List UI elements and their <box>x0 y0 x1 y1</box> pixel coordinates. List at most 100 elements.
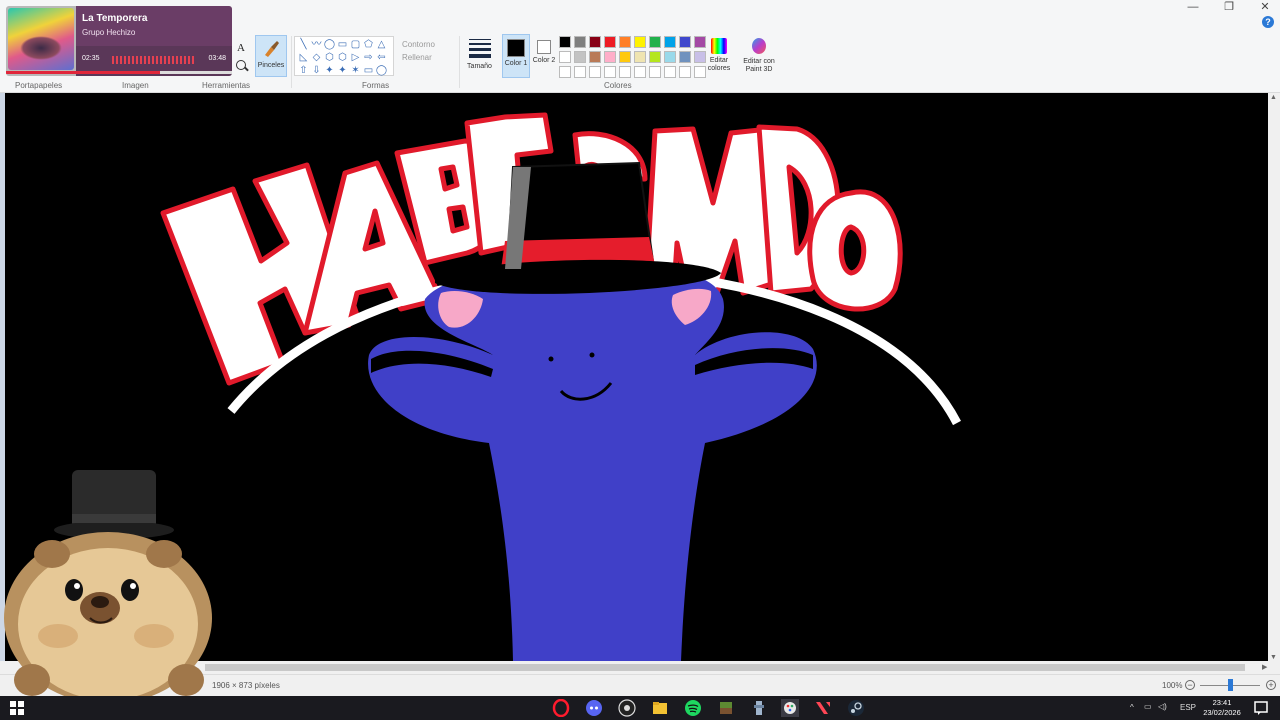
shape-tool-icon[interactable]: ▢ <box>349 38 362 51</box>
palette-color-swatch[interactable] <box>679 51 691 63</box>
fill-button[interactable]: Rellenar <box>402 51 435 64</box>
shape-tool-icon[interactable]: 〰 <box>310 38 323 51</box>
shape-tool-icon[interactable]: ⬡ <box>336 51 349 64</box>
windows-start-icon[interactable] <box>8 699 26 717</box>
palette-color-swatch[interactable] <box>634 36 646 48</box>
shape-tool-icon[interactable]: ╲ <box>297 38 310 51</box>
group-label-shapes: Formas <box>362 81 390 90</box>
edit-colors-button[interactable]: Editar colores <box>704 36 734 80</box>
color-palette <box>559 36 708 80</box>
paint3d-label: Editar con Paint 3D <box>743 58 775 73</box>
palette-color-swatch[interactable] <box>619 51 631 63</box>
color1-swatch <box>507 39 525 57</box>
volume-icon[interactable]: ◁) <box>1158 702 1167 711</box>
palette-color-swatch[interactable] <box>634 51 646 63</box>
scroll-right-icon[interactable]: ▶ <box>1262 663 1267 671</box>
palette-color-swatch[interactable] <box>664 36 676 48</box>
palette-color-swatch[interactable] <box>649 51 661 63</box>
now-playing-widget: La Temporera Grupo Hechizo 02:35 03:48 <box>6 6 232 76</box>
palette-color-swatch[interactable] <box>679 36 691 48</box>
paint3d-button[interactable]: Editar con Paint 3D <box>740 36 778 80</box>
shape-tool-icon[interactable]: ▭ <box>336 38 349 51</box>
shape-tool-icon[interactable]: ⇩ <box>310 64 323 77</box>
palette-color-swatch[interactable] <box>589 66 601 78</box>
palette-color-swatch[interactable] <box>574 51 586 63</box>
zoom-slider-thumb[interactable] <box>1228 679 1233 691</box>
group-label-clipboard: Portapapeles <box>15 81 63 90</box>
help-icon[interactable]: ? <box>1262 16 1274 28</box>
palette-color-swatch[interactable] <box>619 66 631 78</box>
scroll-up-icon[interactable]: ▲ <box>1270 94 1277 101</box>
palette-color-swatch[interactable] <box>679 66 691 78</box>
album-cover <box>8 8 74 70</box>
shape-tool-icon[interactable]: ✶ <box>349 64 362 77</box>
brushes-button[interactable]: Pinceles <box>255 35 287 77</box>
palette-color-swatch[interactable] <box>649 36 661 48</box>
palette-color-swatch[interactable] <box>574 66 586 78</box>
shape-tool-icon[interactable]: ◯ <box>323 38 336 51</box>
palette-color-swatch[interactable] <box>604 66 616 78</box>
outline-button[interactable]: Contorno <box>402 38 435 51</box>
shape-tool-icon[interactable]: ⇧ <box>297 64 310 77</box>
vertical-scrollbar[interactable]: ▲ ▼ <box>1268 93 1280 662</box>
hedgehog-mascot-overlay <box>4 470 212 696</box>
valorant-icon[interactable] <box>814 699 832 717</box>
spotify-icon[interactable] <box>684 699 702 717</box>
notification-icon[interactable] <box>1252 699 1270 717</box>
close-button[interactable]: ✕ <box>1258 0 1272 14</box>
palette-color-swatch[interactable] <box>604 36 616 48</box>
palette-color-swatch[interactable] <box>559 66 571 78</box>
obs-icon[interactable] <box>618 699 636 717</box>
palette-color-swatch[interactable] <box>574 36 586 48</box>
shape-tool-icon[interactable]: ⬡ <box>323 51 336 64</box>
clock-date: 23/02/2026 <box>1203 708 1241 717</box>
shape-tool-icon[interactable]: ⬠ <box>362 38 375 51</box>
palette-color-swatch[interactable] <box>649 66 661 78</box>
steam-icon[interactable] <box>847 699 865 717</box>
color2-button[interactable]: Color 2 <box>530 34 558 78</box>
palette-color-swatch[interactable] <box>664 51 676 63</box>
palette-color-swatch[interactable] <box>604 51 616 63</box>
palette-color-swatch[interactable] <box>559 51 571 63</box>
discord-icon[interactable] <box>585 699 603 717</box>
paint-icon[interactable] <box>781 699 799 717</box>
audio-waveform <box>112 56 196 64</box>
tray-chevron-icon[interactable]: ^ <box>1130 703 1134 712</box>
taskbar-clock[interactable]: 23:41 23/02/2026 <box>1200 698 1244 718</box>
app-icon[interactable] <box>750 699 768 717</box>
size-button[interactable]: Tamaño <box>463 36 496 76</box>
language-indicator[interactable]: ESP <box>1180 703 1196 712</box>
shape-tool-icon[interactable]: ✦ <box>336 64 349 77</box>
shape-tool-icon[interactable]: ⇨ <box>362 51 375 64</box>
file-explorer-icon[interactable] <box>651 699 669 717</box>
shape-tool-icon[interactable]: ◺ <box>297 51 310 64</box>
zoom-in-button[interactable]: + <box>1266 680 1276 690</box>
network-icon[interactable]: ▭ <box>1144 702 1152 711</box>
horizontal-scroll-thumb[interactable] <box>205 664 1245 671</box>
group-label-tools: Herramientas <box>202 81 251 90</box>
opera-icon[interactable] <box>552 699 570 717</box>
shape-tool-icon[interactable]: ◇ <box>310 51 323 64</box>
canvas-dimensions: 1906 × 873 píxeles <box>212 681 280 690</box>
zoom-out-button[interactable]: − <box>1185 680 1195 690</box>
palette-color-swatch[interactable] <box>664 66 676 78</box>
shapes-gallery[interactable]: ╲ 〰 ◯ ▭ ▢ ⬠ △ ◺ ◇ ⬡ ⬡ ▷ ⇨ ⇦ ⇧ ⇩ ✦ ✦ ✶ ▭ ◯ <box>294 36 394 76</box>
shape-tool-icon[interactable]: ▭ <box>362 64 375 77</box>
maximize-button[interactable]: ❐ <box>1222 0 1236 14</box>
shape-tool-icon[interactable]: ◯ <box>375 64 388 77</box>
text-tool-icon[interactable]: A <box>237 42 245 54</box>
magnifier-icon[interactable] <box>236 60 246 70</box>
shape-tool-icon[interactable]: ⇦ <box>375 51 388 64</box>
shape-tool-icon[interactable]: ✦ <box>323 64 336 77</box>
palette-color-swatch[interactable] <box>559 36 571 48</box>
shape-tool-icon[interactable]: △ <box>375 38 388 51</box>
color1-button[interactable]: Color 1 <box>502 34 530 78</box>
palette-color-swatch[interactable] <box>589 51 601 63</box>
palette-color-swatch[interactable] <box>589 36 601 48</box>
palette-color-swatch[interactable] <box>634 66 646 78</box>
minecraft-icon[interactable] <box>717 699 735 717</box>
minimize-button[interactable]: — <box>1186 0 1200 14</box>
shape-tool-icon[interactable]: ▷ <box>349 51 362 64</box>
palette-color-swatch[interactable] <box>619 36 631 48</box>
scroll-down-icon[interactable]: ▼ <box>1270 654 1277 661</box>
